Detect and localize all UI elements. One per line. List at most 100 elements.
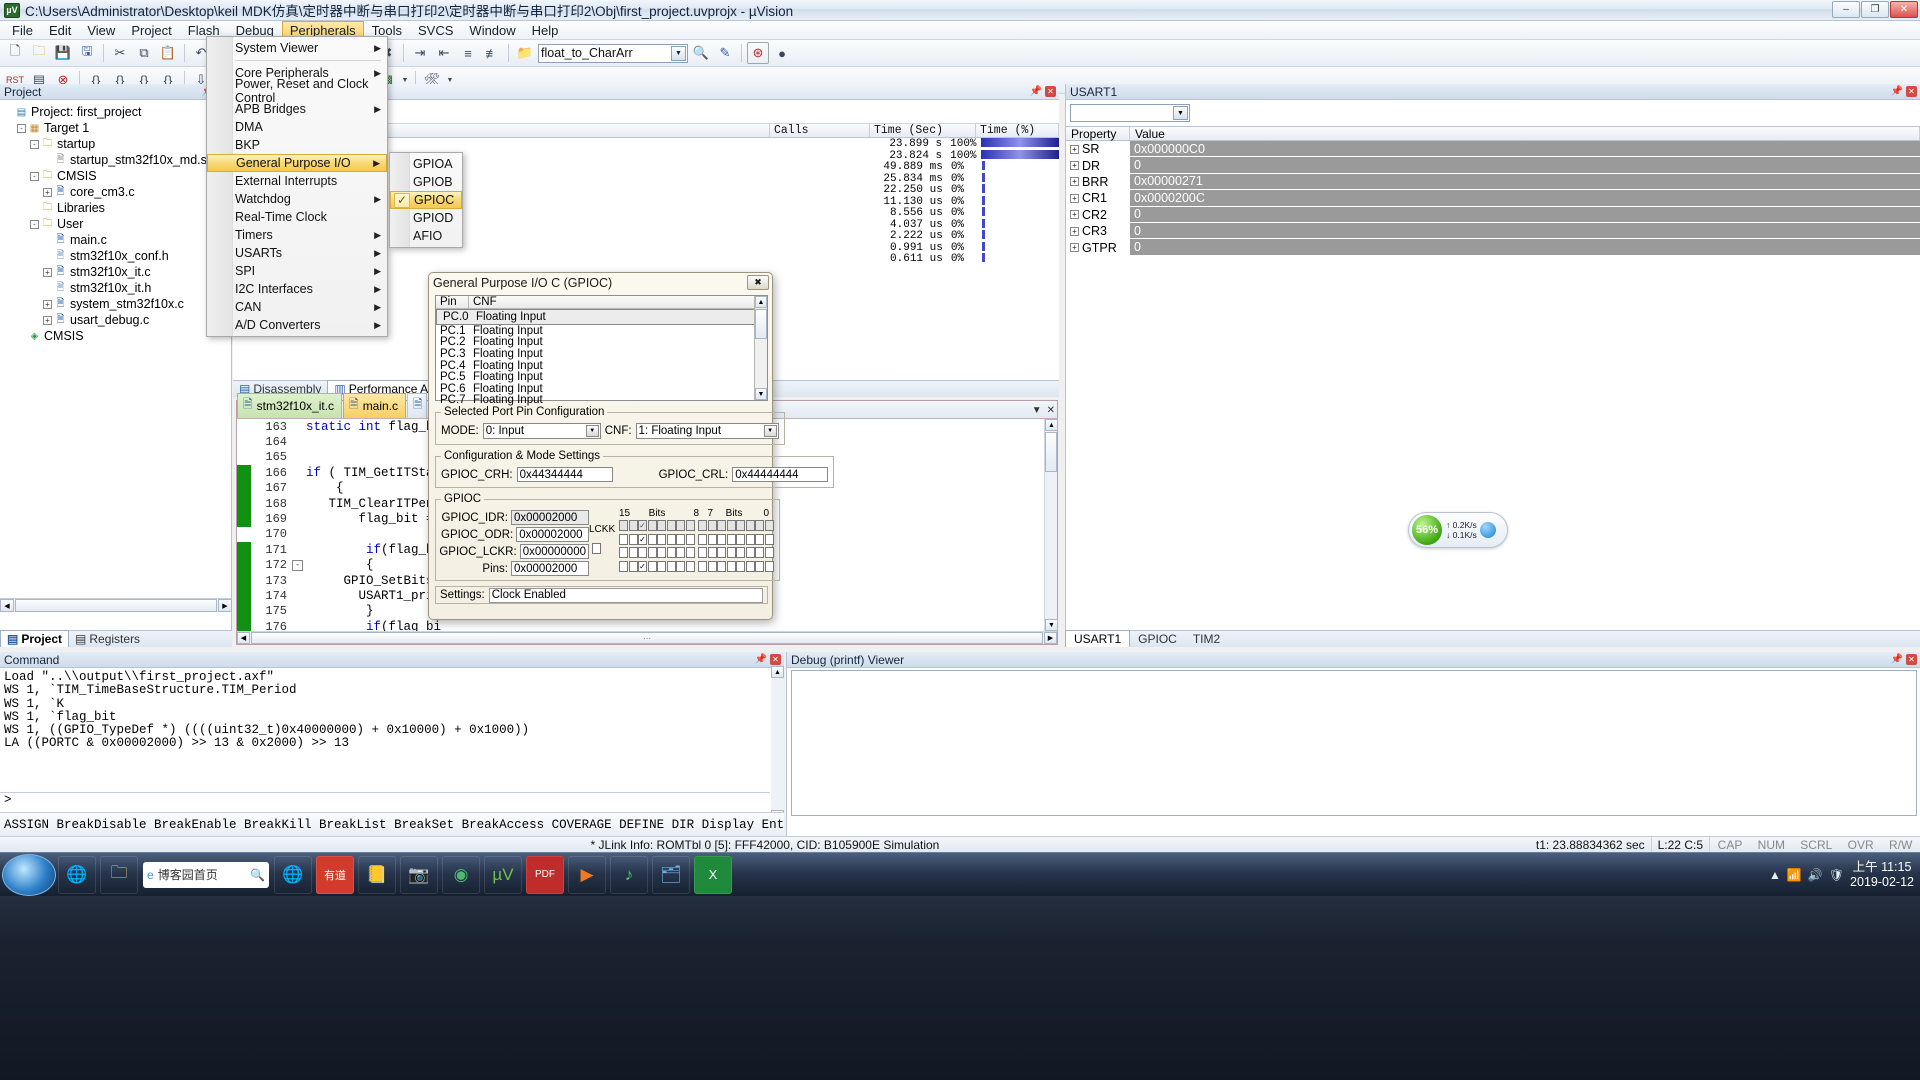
tree-node[interactable]: - 🗀 CMSIS [2,168,229,184]
pin-row[interactable]: PC.5 Floating Input [436,371,767,383]
expand-icon[interactable]: + [1070,193,1079,203]
tab-gpioc[interactable]: GPIOC [1130,631,1185,647]
scroll-thumb[interactable]: ⋯ [251,632,1043,644]
bit-checkbox-14[interactable] [628,547,638,558]
network-speed-widget[interactable]: 56% ↑ 0.2K/s ↓ 0.1K/s [1408,512,1508,548]
breakpoint-marker[interactable] [237,465,251,481]
save-all-icon[interactable]: 🖫 [76,42,98,64]
bit-checkbox-9[interactable] [676,533,685,545]
chevron-down-icon[interactable]: ▼ [585,425,599,437]
pin-icon[interactable]: 📌 [755,654,767,665]
perf-col-time-pct[interactable]: Time (%) [976,124,1059,137]
paste-icon[interactable]: 📋 [157,42,179,64]
project-hscrollbar[interactable]: ◀ ▶ [0,598,232,612]
bit-checkbox-15[interactable] [619,560,628,572]
editor-vscrollbar[interactable]: ▲ ▼ [1044,419,1058,631]
gpioc-crh-input[interactable]: 0x44344444 [516,467,613,482]
scroll-right-arrow[interactable]: ▶ [218,599,232,612]
usart-select-combo[interactable]: ▼ [1070,104,1190,122]
menu-edit[interactable]: Edit [41,21,79,40]
tree-node[interactable]: + 🗎 usart_debug.c [2,312,229,328]
usart-row[interactable]: + GTPR 0 [1066,239,1920,256]
wps-excel-icon[interactable]: X [694,855,732,894]
mode-select[interactable]: 0: Input ▼ [482,423,601,439]
menu-item-i2c-interfaces[interactable]: I2C Interfaces ▶ [207,280,387,298]
music-app-icon[interactable]: ♪ [610,855,648,894]
bit-checkbox-2[interactable] [745,547,755,558]
usart-property-value[interactable]: 0x00000271 [1130,173,1920,191]
new-file-icon[interactable]: 🗋 [4,42,26,64]
menu-item-real-time-clock[interactable]: Real-Time Clock [207,208,387,226]
system-tray[interactable]: ▲ 📶 🔊 🛡 上午 11:15 2019-02-12 [1769,853,1920,897]
menu-item-power-reset-and-clock-control[interactable]: Power, Reset and Clock Control [207,77,387,105]
breakpoint-marker[interactable] [237,588,251,604]
pin-row[interactable]: PC.6 Floating Input [436,383,767,395]
pin-list-vscrollbar[interactable]: ▲ ▼ [754,296,767,400]
scroll-left-arrow[interactable]: ◀ [0,599,14,612]
bit-checkbox-13[interactable] [638,547,647,558]
bit-checkbox-13[interactable] [638,560,647,572]
usart-row[interactable]: + DR 0 [1066,157,1920,174]
menu-item-general-purpose-i-o[interactable]: General Purpose I/O ▶ [207,154,387,172]
expand-icon[interactable]: + [1070,210,1079,220]
close-button[interactable]: ✕ [1890,1,1918,18]
bit-checkbox-14[interactable] [628,533,638,545]
usart-row[interactable]: + BRR 0x00000271 [1066,173,1920,191]
tree-expander[interactable]: - [28,139,41,149]
bit-checkbox-4[interactable] [726,533,736,545]
close-icon[interactable]: ✕ [770,654,781,665]
menu-item-can[interactable]: CAN ▶ [207,298,387,316]
peripherals-dropdown-menu[interactable]: System Viewer ▶ Core Peripherals ▶ Power, Re… [206,36,388,337]
menu-project[interactable]: Project [123,21,179,40]
perf-col-calls[interactable]: Calls [770,124,870,137]
code-line[interactable]: 176 if(flag_bi [237,619,1057,631]
usart-row[interactable]: + CR3 0 [1066,222,1920,240]
screenshot-tool-icon[interactable]: 📷 [400,855,438,894]
cut-icon[interactable]: ✂ [109,42,131,64]
menu-item-external-interrupts[interactable]: External Interrupts [207,172,387,190]
tree-node[interactable]: 🗎 stm32f10x_it.h [2,280,229,296]
tree-expander[interactable]: + [41,187,54,197]
breakpoint-marker[interactable] [237,495,251,512]
submenu-item-gpiob[interactable]: GPIOB [390,173,462,191]
tab-registers[interactable]: ▤ Registers [69,631,146,647]
pdf-reader-icon[interactable]: PDF [526,855,564,894]
menu-item-usarts[interactable]: USARTs ▶ [207,244,387,262]
project-tree[interactable]: ▤ Project: first_project - ▦ Target 1- 🗀 start… [0,100,231,348]
gpio-submenu[interactable]: GPIOA GPIOB ✓ GPIOC GPIOD AFIO [389,152,463,248]
open-folder-icon[interactable]: 🗀 [28,42,50,64]
gpioc-crl-input[interactable]: 0x44444444 [732,467,829,482]
bit-checkbox-2[interactable] [745,533,755,545]
chevron-down-icon[interactable]: ▼ [1173,106,1188,120]
menu-window[interactable]: Window [461,21,523,40]
bit-checkbox-3[interactable] [736,547,745,558]
function-combo[interactable]: float_to_CharArr ▼ [538,43,688,63]
command-keyword-bar[interactable]: ASSIGN BreakDisable BreakEnable BreakKil… [0,812,784,836]
menu-item-apb-bridges[interactable]: APB Bridges ▶ [207,100,387,118]
notepad-icon[interactable]: 📒 [358,855,396,894]
menu-item-a-d-converters[interactable]: A/D Converters ▶ [207,316,387,334]
minimize-button[interactable]: – [1832,1,1860,18]
scroll-thumb[interactable] [755,309,767,339]
tree-node[interactable]: 🗀 Libraries [2,200,229,216]
save-icon[interactable]: 💾 [52,42,74,64]
tree-node[interactable]: 🗎 main.c [2,232,229,248]
menu-item-dma[interactable]: DMA [207,118,387,136]
menu-item-system-viewer[interactable]: System Viewer ▶ [207,39,387,57]
close-icon[interactable]: ✕ [1906,654,1917,665]
pin-icon[interactable]: 📌 [1891,86,1903,97]
expand-icon[interactable]: + [1070,177,1079,187]
usart-col-property[interactable]: Property [1066,127,1130,141]
gpioc-odr-input[interactable]: 0x00002000 [516,527,589,542]
search-icon[interactable]: 🔍 [250,868,265,882]
usart-property-value[interactable]: 0x0000200C [1130,190,1920,207]
lckk-checkbox[interactable] [592,543,601,554]
pin-row[interactable]: PC.7 Floating Input [436,394,767,406]
bit-checkbox-0[interactable] [764,560,774,572]
bit-row[interactable] [619,560,774,572]
gpioc-dialog-close-button[interactable]: ✖ [747,275,769,290]
bit-checkbox-13[interactable] [638,533,647,545]
scroll-down-arrow[interactable]: ▼ [755,388,767,400]
globe-icon[interactable] [1479,522,1496,538]
scroll-thumb[interactable] [15,599,217,612]
